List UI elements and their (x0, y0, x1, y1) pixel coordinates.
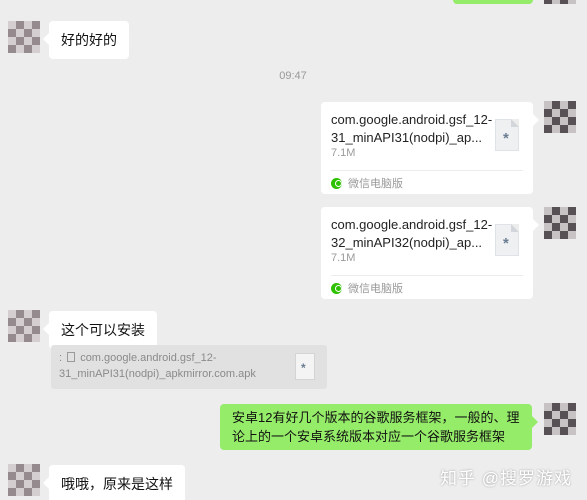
wechat-pc-icon (331, 177, 342, 189)
document-icon: * (495, 224, 519, 256)
avatar[interactable] (544, 101, 576, 133)
quoted-file-reference[interactable]: : com.google.android.gsf_12-31_minAPI31(… (51, 345, 327, 389)
message-text: 好的好的 (61, 32, 117, 48)
avatar[interactable] (8, 310, 40, 342)
avatar[interactable] (8, 21, 40, 53)
message-text: 哦哦，原来是这样 (61, 476, 173, 492)
file-source: 微信电脑版 (331, 280, 403, 296)
file-source-label: 微信电脑版 (348, 283, 403, 295)
avatar[interactable] (544, 0, 576, 4)
message-text: 安卓12有好几个版本的谷歌服务框架，一般的、理论上的一个安卓系统版本对应一个谷歌… (232, 410, 520, 444)
watermark: 知乎 @搜罗游戏 (440, 469, 572, 488)
message-text: 这个可以安装 (61, 322, 145, 338)
document-icon: * (295, 353, 315, 380)
message-bubble[interactable]: 安卓12有好几个版本的谷歌服务框架，一般的、理论上的一个安卓系统版本对应一个谷歌… (220, 404, 538, 450)
document-icon (67, 352, 76, 362)
divider (331, 275, 523, 276)
avatar[interactable] (544, 207, 576, 239)
quoted-file-name: : com.google.android.gsf_12-31_minAPI31(… (59, 350, 281, 382)
partial-green-bubble[interactable] (453, 0, 533, 4)
document-icon: * (495, 119, 519, 151)
file-name: com.google.android.gsf_12-31_minAPI31(no… (331, 112, 493, 145)
file-source-label: 微信电脑版 (348, 178, 403, 190)
message-bubble[interactable]: 好的好的 (43, 21, 129, 59)
timestamp: 09:47 (279, 70, 307, 82)
quote-prefix: : (59, 352, 63, 364)
wechat-pc-icon (331, 282, 342, 294)
file-size: 7.1M (331, 252, 356, 264)
message-bubble[interactable]: 哦哦，原来是这样 (43, 465, 185, 500)
avatar[interactable] (8, 464, 40, 496)
quote-text: com.google.android.gsf_12-31_minAPI31(no… (59, 352, 256, 380)
file-name: com.google.android.gsf_12-32_minAPI32(no… (331, 217, 493, 250)
avatar[interactable] (544, 403, 576, 435)
file-message-card[interactable]: com.google.android.gsf_12-31_minAPI31(no… (321, 102, 539, 194)
divider (331, 170, 523, 171)
file-message-card[interactable]: com.google.android.gsf_12-32_minAPI32(no… (321, 207, 539, 299)
file-source: 微信电脑版 (331, 175, 403, 191)
message-bubble[interactable]: 这个可以安装 (43, 311, 157, 349)
file-size: 7.1M (331, 147, 356, 159)
